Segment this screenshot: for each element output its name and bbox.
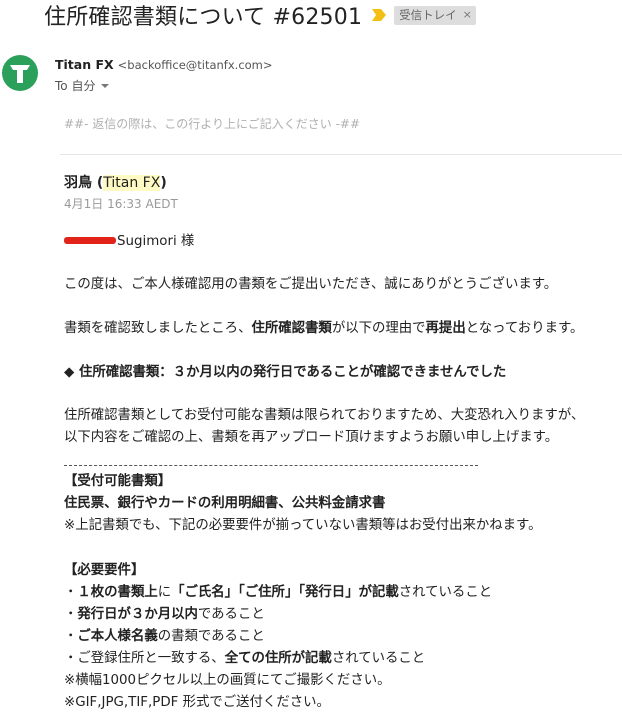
p2-bold-resubmit: 再提出 <box>425 321 466 336</box>
titan-logo-icon <box>2 55 38 91</box>
sender-line: Titan FX <backoffice@titanfx.com> <box>55 57 273 72</box>
req-bold: ご本人様名義 <box>77 629 158 644</box>
req-bullet: ・ <box>64 629 78 644</box>
body-paragraph-3-line-2: 以下内容をご確認の上、書類を再アップロード頂けますようお願い申し上げます。 <box>64 430 559 445</box>
req-text: の書類であること <box>157 629 265 644</box>
recipient-details-toggle[interactable]: To 自分 <box>55 77 110 94</box>
req-bullet: ・ <box>64 607 78 622</box>
redaction-mark <box>64 236 116 244</box>
accepted-docs-heading: 【受付可能書類】 <box>64 474 172 489</box>
recipient-text: To 自分 <box>55 79 96 93</box>
comment-timestamp: 4月1日 16:33 AEDT <box>64 197 178 211</box>
greeting: Sugimori 様 <box>64 231 194 253</box>
divider <box>60 154 622 155</box>
remove-label-icon[interactable]: × <box>463 8 472 21</box>
separator-line <box>64 465 478 466</box>
author-name: 羽鳥 <box>64 175 92 191</box>
inbox-label-chip[interactable]: 受信トレイ × <box>394 5 476 25</box>
accepted-docs-note: ※上記書類でも、下記の必要要件が揃っていない書類等はお受付出来かねます。 <box>64 518 542 533</box>
requirement-item: ・１枚の書類上に「ご氏名」「ご住所」「発行日」が記載されていること <box>64 582 492 604</box>
requirement-item: ・ご本人様名義の書類であること <box>64 626 265 648</box>
photo-note: ※横幅1000ピクセル以上の画質にてご撮影ください。 <box>64 673 391 688</box>
body-paragraph-2: 書類を確認致しましたところ、住所確認書類が以下の理由で再提出となっております。 <box>64 318 583 340</box>
p2-bold-doc: 住所確認書類 <box>251 321 332 336</box>
p2-text: 書類を確認致しましたところ、 <box>64 321 252 336</box>
req-text: されていること <box>331 651 426 666</box>
important-marker-icon[interactable] <box>372 9 387 21</box>
req-text: されていること <box>398 585 493 600</box>
subject-row: 住所確認書類について #62501 受信トレイ × <box>44 0 476 32</box>
comment-author: 羽鳥 (Titan FX) <box>64 172 167 192</box>
greeting-name: Sugimori 様 <box>117 234 195 249</box>
body-paragraph-3-line-1: 住所確認書類としてお受付可能な書類は限られておりますため、大変恐れ入りますが、 <box>64 408 585 423</box>
format-note: ※GIF,JPG,TIF,PDF 形式でご送付ください。 <box>64 695 330 710</box>
email-subject: 住所確認書類について #62501 <box>44 5 363 30</box>
requirement-item: ・発行日が３か月以内であること <box>64 604 265 626</box>
req-text: であること <box>197 607 265 622</box>
req-bold: 発行日が３か月以内 <box>77 607 198 622</box>
accepted-docs-list: 住民票、銀行やカードの利用明細書、公共料金請求書 <box>64 496 386 511</box>
req-text: に <box>157 585 172 600</box>
sender-email: <backoffice@titanfx.com> <box>117 58 273 72</box>
requirements-heading: 【必要要件】 <box>64 563 145 578</box>
req-bullet: ・ <box>64 585 78 600</box>
req-bold: 「ご氏名」「ご住所」「発行日」が記載 <box>171 585 399 600</box>
rejection-reason: ◆ 住所確認書類：３か月以内の発行日であることが確認できませんでした <box>64 365 507 380</box>
p2-text: が以下の理由で <box>331 321 426 336</box>
p2-text: となっております。 <box>465 321 584 336</box>
inbox-label-text: 受信トレイ <box>399 7 457 22</box>
req-bold: １枚の書類上 <box>77 585 158 600</box>
reply-marker: ##- 返信の際は、この行より上にご記入ください -## <box>64 117 361 131</box>
body-paragraph-1: この度は、ご本人様確認用の書類をご提出いただき、誠にありがとうございます。 <box>64 277 558 292</box>
author-org-close: ) <box>160 175 167 191</box>
req-text: ・ご登録住所と一致する、 <box>64 651 225 666</box>
requirement-item: ・ご登録住所と一致する、全ての住所が記載されていること <box>64 648 425 670</box>
chevron-down-icon[interactable] <box>101 83 110 88</box>
sender-name[interactable]: Titan FX <box>55 57 114 72</box>
req-bold: 全ての住所が記載 <box>224 651 332 666</box>
author-org: Titan FX <box>103 175 161 191</box>
